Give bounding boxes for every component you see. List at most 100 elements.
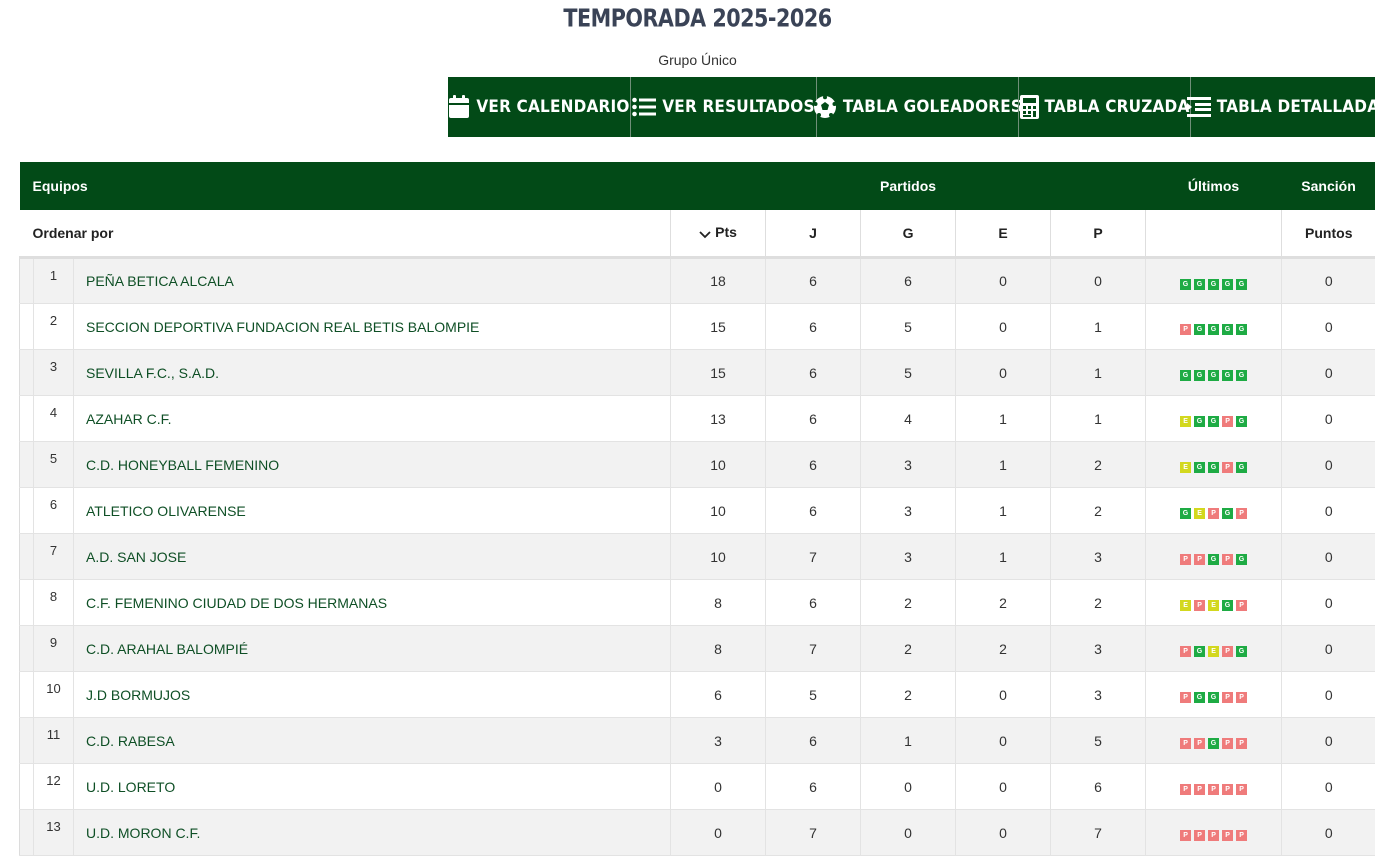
sanction-points-label: Puntos bbox=[1281, 210, 1375, 259]
drawn-value: 2 bbox=[955, 579, 1051, 626]
standings-table: Equipos Partidos Últimos Sanción Ordenar… bbox=[19, 162, 1375, 856]
sort-by-drawn[interactable]: E bbox=[955, 210, 1051, 259]
table-row[interactable]: 3 SEVILLA F.C., S.A.D. 15 6 5 0 1 G G G G G 0 bbox=[19, 349, 1375, 396]
points-value: 0 bbox=[670, 809, 766, 856]
last-results: GEPGP bbox=[1145, 487, 1282, 534]
sanction-value: 0 bbox=[1281, 717, 1375, 764]
table-row[interactable]: 10 J.D BORMUJOS 6 5 2 0 3 P G G P P 0 bbox=[19, 671, 1375, 718]
table-row[interactable]: 8 C.F. FEMENINO CIUDAD DE DOS HERMANAS 8 6 2… bbox=[19, 579, 1375, 626]
table-header-row: Equipos Partidos Últimos Sanción bbox=[19, 162, 1375, 210]
season-title: TEMPORADA 2025-2026 bbox=[563, 4, 832, 34]
table-row[interactable]: 4 AZAHAR C.F. 13 6 4 1 1 E G G P G 0 bbox=[19, 395, 1375, 442]
form-badge: G bbox=[1236, 278, 1248, 290]
form-badge: G bbox=[1236, 554, 1248, 565]
table-row[interactable]: 13 U.D. MORON C.F. 0 7 0 0 7 P P P P P 0 bbox=[19, 809, 1375, 856]
form-badge: P bbox=[1222, 554, 1234, 565]
form-badge: G bbox=[1194, 692, 1206, 703]
form-badge: G bbox=[1222, 600, 1234, 611]
form-badge: E bbox=[1180, 600, 1192, 611]
team-name[interactable]: PEÑA BETICA ALCALA bbox=[73, 257, 671, 304]
played-value: 6 bbox=[765, 257, 861, 304]
form-badges: PGEPG bbox=[1180, 646, 1248, 657]
row-gutter bbox=[19, 671, 34, 718]
team-name[interactable]: U.D. MORON C.F. bbox=[73, 809, 671, 856]
team-name[interactable]: SECCION DEPORTIVA FUNDACION REAL BETIS B… bbox=[73, 303, 671, 350]
row-gutter bbox=[19, 395, 34, 442]
row-gutter bbox=[19, 487, 34, 534]
chevron-down-icon bbox=[699, 226, 711, 242]
top-scorers-label: TABLA GOLEADORES bbox=[842, 97, 1023, 117]
position: 7 bbox=[33, 533, 74, 580]
form-badge: G bbox=[1208, 278, 1220, 290]
sort-by-lost[interactable]: P bbox=[1050, 210, 1146, 259]
form-badge: G bbox=[1222, 370, 1234, 381]
points-value: 8 bbox=[670, 579, 766, 626]
table-row[interactable]: 1 PEÑA BETICA ALCALA 18 6 6 0 0 G G G G G 0 bbox=[19, 257, 1375, 304]
table-row[interactable]: 6 ATLETICO OLIVARENSE 10 6 3 1 2 G E P G P 0 bbox=[19, 487, 1375, 534]
table-row[interactable]: 7 A.D. SAN JOSE 10 7 3 1 3 P P G P G 0 bbox=[19, 533, 1375, 580]
list-icon bbox=[632, 97, 657, 117]
points-value: 3 bbox=[670, 717, 766, 764]
sanction-value: 0 bbox=[1281, 303, 1375, 350]
form-badges: EGGPG bbox=[1180, 462, 1248, 473]
view-calendar-label: VER CALENDARIO bbox=[476, 97, 630, 117]
team-name[interactable]: C.D. HONEYBALL FEMENINO bbox=[73, 441, 671, 488]
standings-nav-bar: VER CALENDARIO VER RESULTADOS TABLA GOLE… bbox=[448, 77, 1375, 137]
table-row[interactable]: 12 U.D. LORETO 0 6 0 0 6 P P P P P 0 bbox=[19, 763, 1375, 810]
detailed-table-button[interactable]: TABLA DETALLADA bbox=[1186, 77, 1375, 137]
view-calendar-button[interactable]: VER CALENDARIO bbox=[448, 77, 630, 137]
points-value: 0 bbox=[670, 763, 766, 810]
row-gutter bbox=[19, 809, 34, 856]
won-value: 5 bbox=[860, 349, 956, 396]
sort-by-won[interactable]: G bbox=[860, 210, 956, 259]
table-row[interactable]: 5 C.D. HONEYBALL FEMENINO 10 6 3 1 2 E G G P G 0 bbox=[19, 441, 1375, 488]
position: 4 bbox=[33, 395, 74, 442]
cross-table-label: TABLA CRUZADA bbox=[1044, 97, 1190, 117]
won-value: 3 bbox=[860, 441, 956, 488]
sanction-value: 0 bbox=[1281, 487, 1375, 534]
team-name[interactable]: AZAHAR C.F. bbox=[73, 395, 671, 442]
top-scorers-button[interactable]: TABLA GOLEADORES bbox=[813, 77, 1022, 137]
lost-value: 2 bbox=[1050, 579, 1146, 626]
team-name[interactable]: ATLETICO OLIVARENSE bbox=[73, 487, 671, 534]
table-row[interactable]: 2 SECCION DEPORTIVA FUNDACION REAL BETIS … bbox=[19, 303, 1375, 350]
form-badges: EPEGP bbox=[1180, 600, 1248, 611]
team-name[interactable]: A.D. SAN JOSE bbox=[73, 533, 671, 580]
points-value: 15 bbox=[670, 349, 766, 396]
sanction-value: 0 bbox=[1281, 533, 1375, 580]
form-badge: E bbox=[1208, 600, 1220, 611]
table-row[interactable]: 11 C.D. RABESA 3 6 1 0 5 P P G P P 0 bbox=[19, 717, 1375, 764]
won-value: 6 bbox=[860, 257, 956, 304]
team-name[interactable]: J.D BORMUJOS bbox=[73, 671, 671, 718]
form-badge: P bbox=[1236, 738, 1248, 749]
form-badge: E bbox=[1208, 646, 1220, 657]
won-value: 0 bbox=[860, 763, 956, 810]
team-name[interactable]: C.D. RABESA bbox=[73, 717, 671, 764]
sanction-value: 0 bbox=[1281, 763, 1375, 810]
form-badge: G bbox=[1194, 324, 1206, 335]
form-badge: G bbox=[1208, 692, 1220, 703]
form-badge: G bbox=[1236, 324, 1248, 335]
team-name[interactable]: SEVILLA F.C., S.A.D. bbox=[73, 349, 671, 396]
team-name[interactable]: C.D. ARAHAL BALOMPIÉ bbox=[73, 625, 671, 672]
form-badge: P bbox=[1208, 784, 1220, 795]
view-results-button[interactable]: VER RESULTADOS bbox=[630, 77, 816, 137]
last-results: PPGPP bbox=[1145, 717, 1282, 764]
played-value: 6 bbox=[765, 579, 861, 626]
team-name[interactable]: C.F. FEMENINO CIUDAD DE DOS HERMANAS bbox=[73, 579, 671, 626]
cross-table-button[interactable]: TABLA CRUZADA bbox=[1018, 77, 1190, 137]
sort-by-points[interactable]: Pts bbox=[670, 210, 766, 259]
form-badge: G bbox=[1208, 370, 1220, 381]
row-gutter bbox=[19, 303, 34, 350]
table-row[interactable]: 9 C.D. ARAHAL BALOMPIÉ 8 7 2 2 3 P G E P G 0 bbox=[19, 625, 1375, 672]
played-value: 6 bbox=[765, 441, 861, 488]
team-name[interactable]: U.D. LORETO bbox=[73, 763, 671, 810]
form-badge: P bbox=[1236, 784, 1248, 795]
row-gutter bbox=[19, 257, 34, 304]
form-badge: G bbox=[1194, 278, 1206, 290]
sort-row: Ordenar por Pts J G E P Puntos bbox=[19, 210, 1375, 259]
sort-by-played[interactable]: J bbox=[765, 210, 861, 259]
sanction-value: 0 bbox=[1281, 809, 1375, 856]
lost-value: 2 bbox=[1050, 441, 1146, 488]
points-value: 10 bbox=[670, 533, 766, 580]
